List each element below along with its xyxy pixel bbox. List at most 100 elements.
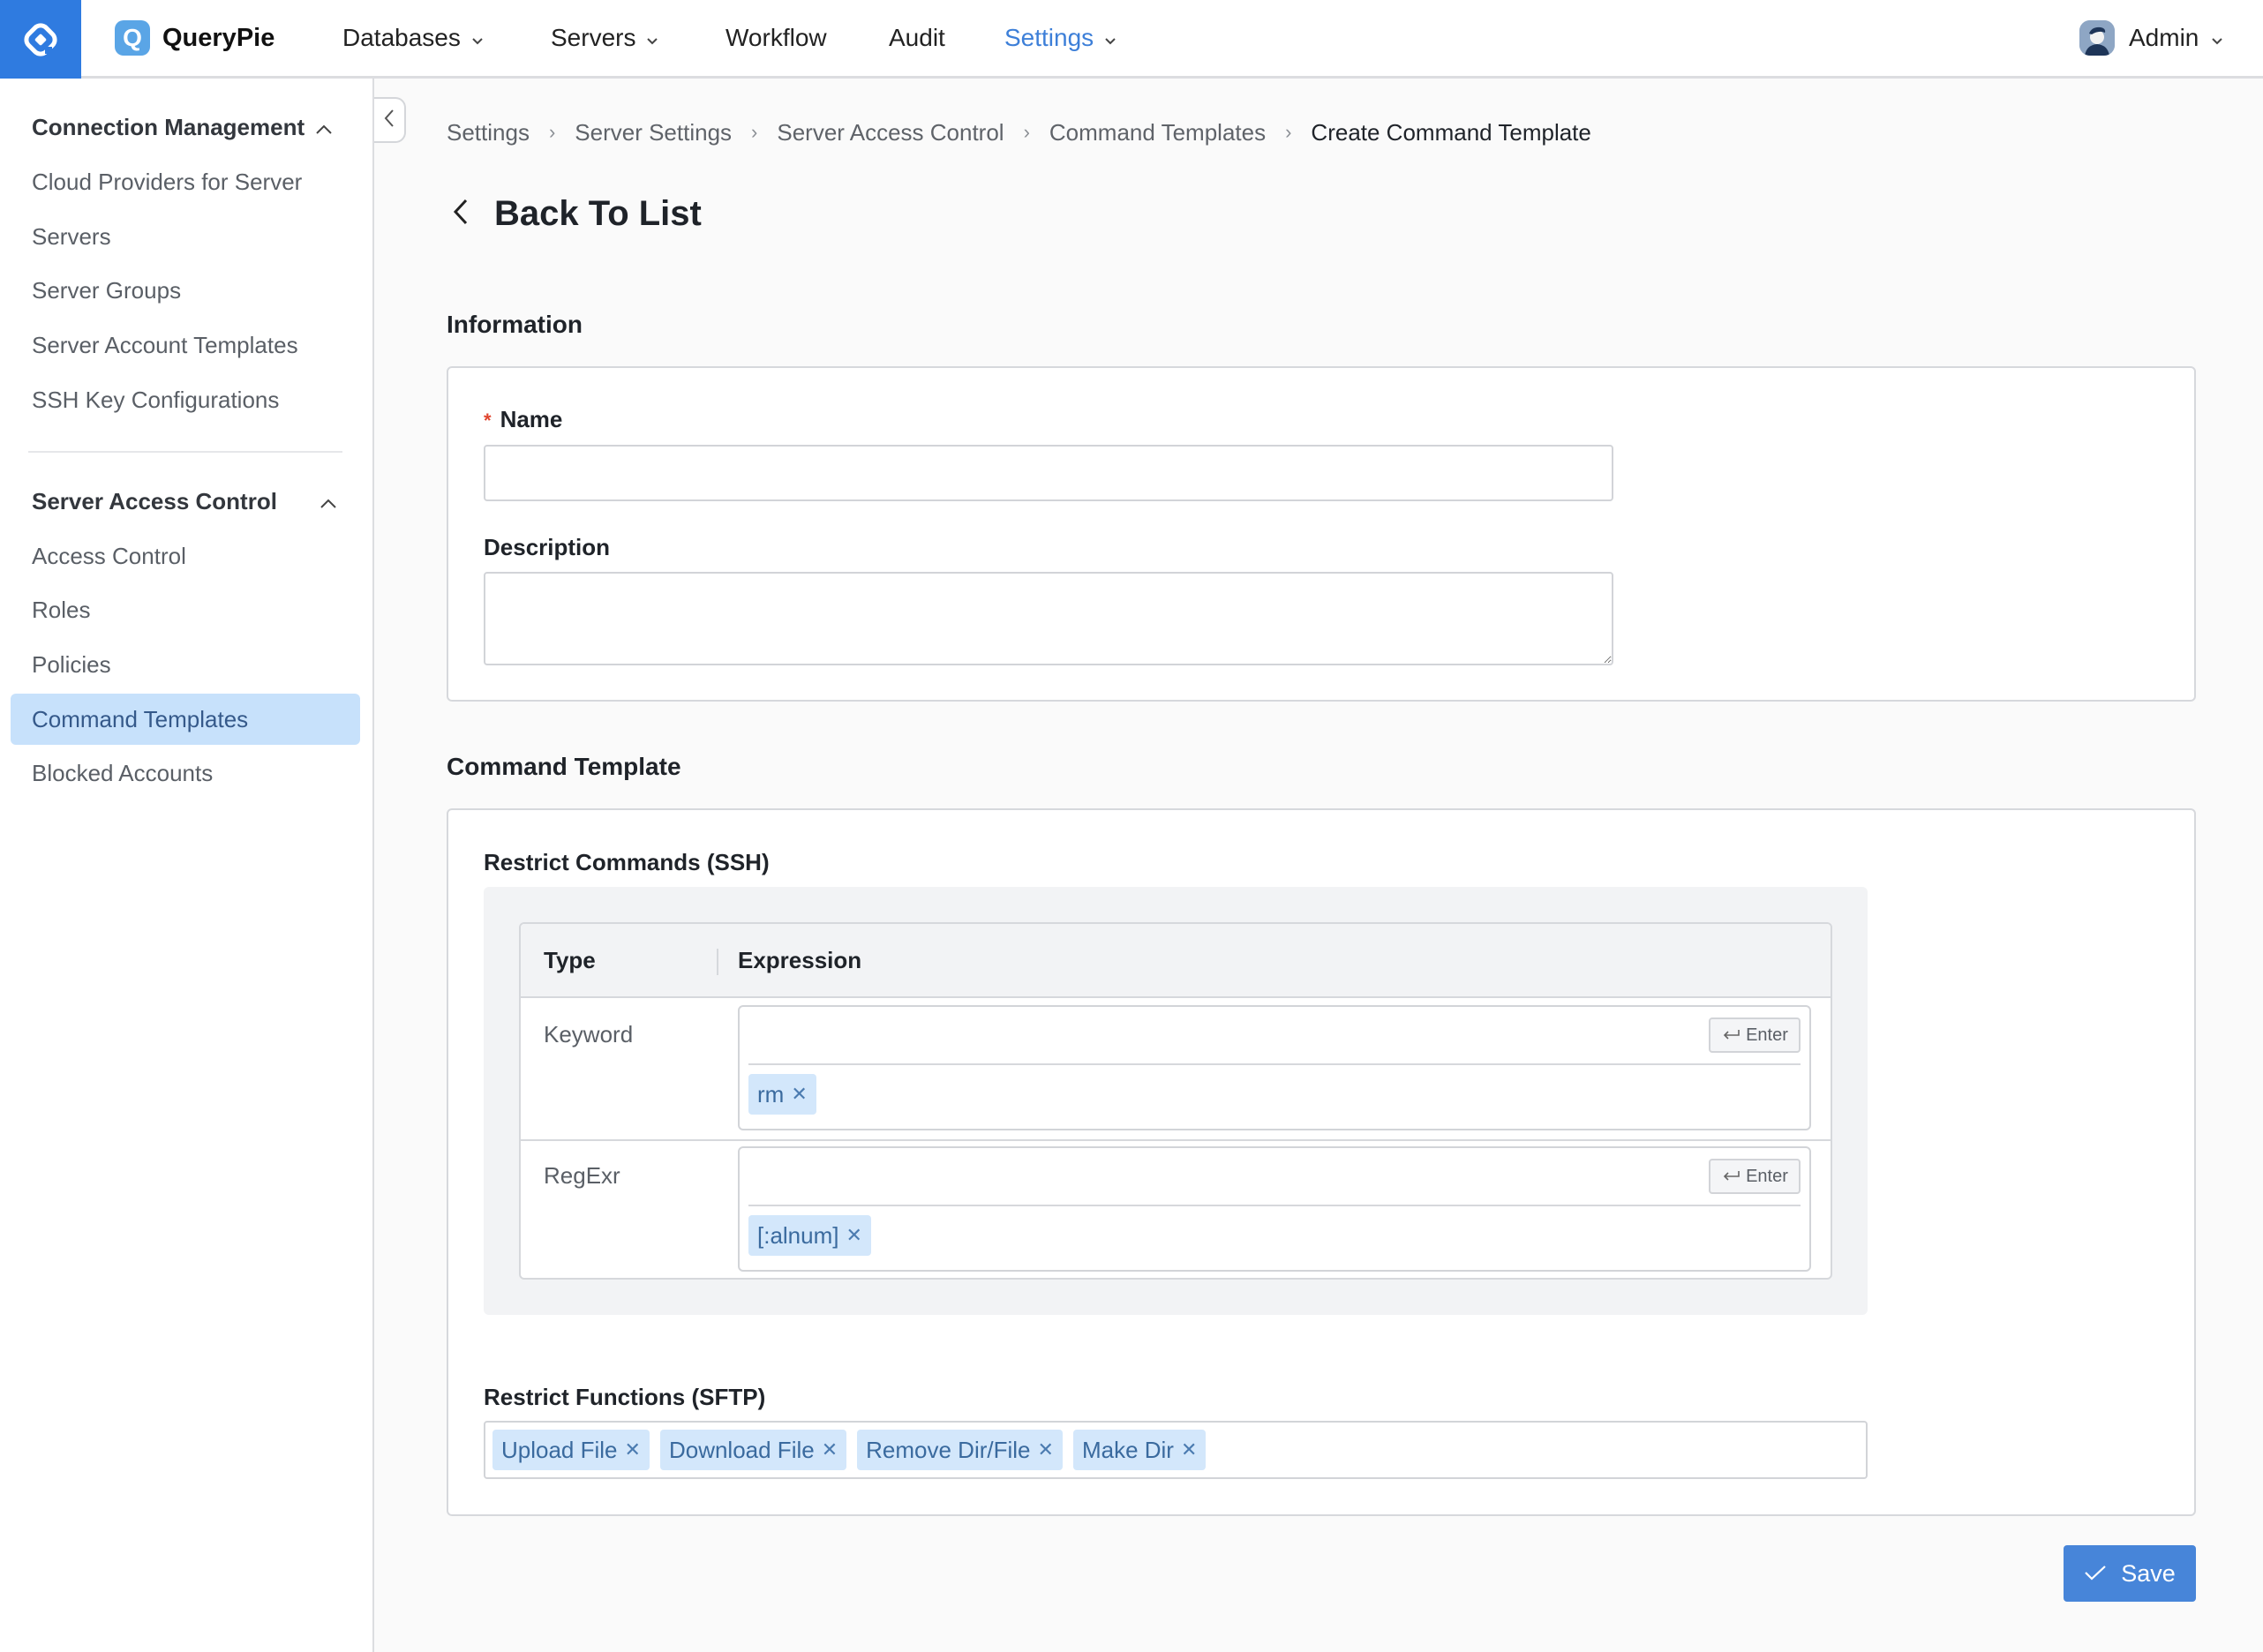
close-icon[interactable]: ✕ — [625, 1438, 641, 1461]
close-icon[interactable]: ✕ — [791, 1083, 807, 1106]
command-template-section-title: Command Template — [447, 753, 681, 780]
sidebar-item-server-account-templates[interactable]: Server Account Templates — [11, 319, 360, 371]
sidebar-item-cloud-providers[interactable]: Cloud Providers for Server — [11, 156, 360, 207]
enter-key-icon — [1721, 1167, 1740, 1187]
user-name: Admin — [2129, 24, 2199, 51]
sidebar-item-label: SSH Key Configurations — [32, 386, 280, 413]
tag-chip: Upload File ✕ — [492, 1430, 650, 1470]
sidebar-item-label: Policies — [32, 650, 111, 678]
nav-servers-label: Servers — [551, 24, 636, 51]
sidebar-collapse-button[interactable] — [374, 97, 406, 143]
close-icon[interactable]: ✕ — [846, 1224, 862, 1247]
description-textarea[interactable] — [484, 572, 1613, 665]
row-type: RegExr — [544, 1162, 620, 1189]
chevron-down-icon — [471, 24, 484, 52]
information-section-title: Information — [447, 311, 583, 338]
table-row: RegExr Enter [:alnum] ✕ — [521, 1139, 1831, 1278]
description-label: Description — [484, 534, 611, 560]
nav-audit-label: Audit — [889, 24, 945, 51]
chevron-left-icon — [383, 109, 395, 132]
sidebar-item-roles[interactable]: Roles — [11, 584, 360, 635]
breadcrumb-command-templates[interactable]: Command Templates — [1049, 119, 1266, 146]
sidebar-group-connection-management[interactable]: Connection Management — [32, 114, 346, 141]
chevron-down-icon — [1104, 24, 1116, 52]
tag-chip: Remove Dir/File ✕ — [857, 1430, 1063, 1470]
nav-workflow[interactable]: Workflow — [726, 0, 827, 76]
sidebar-item-label: Server Account Templates — [32, 331, 298, 358]
name-label: * Name — [484, 406, 562, 433]
keyword-expression-field: Enter rm ✕ — [738, 1005, 1811, 1130]
sidebar-item-access-control[interactable]: Access Control — [11, 530, 360, 582]
regexr-enter-button[interactable]: Enter — [1709, 1159, 1801, 1194]
app-logo[interactable] — [0, 0, 81, 79]
breadcrumb-server-access-control[interactable]: Server Access Control — [777, 119, 1004, 146]
tag-chip: Download File ✕ — [659, 1430, 847, 1470]
sidebar-item-blocked-accounts[interactable]: Blocked Accounts — [11, 747, 360, 799]
breadcrumb: Settings › Server Settings › Server Acce… — [447, 115, 1591, 150]
chevron-right-icon: › — [1285, 121, 1292, 143]
table-header: Type Expression — [521, 924, 1831, 998]
sidebar-item-command-templates[interactable]: Command Templates — [11, 694, 360, 745]
brand-badge-icon: Q — [115, 20, 150, 56]
tag-label: [:alnum] — [757, 1221, 839, 1249]
brand[interactable]: Q QueryPie — [115, 0, 274, 76]
name-input[interactable] — [484, 445, 1613, 501]
sidebar-item-label: Command Templates — [32, 705, 249, 732]
sftp-functions-select[interactable]: Upload File ✕ Download File ✕ Remove Dir/F… — [484, 1421, 1868, 1479]
top-navigation-bar: Q QueryPie Databases Servers Workflow Au… — [0, 0, 2263, 79]
sidebar: Connection Management Cloud Providers fo… — [0, 79, 374, 1652]
chevron-right-icon: › — [751, 121, 758, 143]
ssh-rules-table: Type Expression Keyword Enter rm ✕ RegEx… — [519, 922, 1832, 1280]
name-label-text: Name — [500, 406, 563, 432]
enter-label: Enter — [1746, 1025, 1788, 1045]
save-label: Save — [2121, 1559, 2176, 1587]
close-icon[interactable]: ✕ — [1038, 1438, 1054, 1461]
tag-chip: rm ✕ — [748, 1074, 816, 1115]
sidebar-item-label: Servers — [32, 222, 111, 250]
sidebar-item-label: Cloud Providers for Server — [32, 168, 303, 195]
sidebar-group-label: Connection Management — [32, 114, 305, 140]
breadcrumb-current: Create Command Template — [1311, 118, 1591, 146]
nav-settings-label: Settings — [1004, 24, 1094, 51]
row-type: Keyword — [544, 1021, 634, 1048]
close-icon[interactable]: ✕ — [822, 1438, 838, 1461]
keyword-tags: rm ✕ — [748, 1074, 816, 1115]
nav-databases[interactable]: Databases — [342, 0, 484, 76]
sidebar-item-servers[interactable]: Servers — [11, 211, 360, 262]
enter-key-icon — [1721, 1025, 1740, 1046]
user-menu[interactable]: Admin — [2079, 0, 2223, 76]
page-title: Back To List — [494, 193, 702, 233]
sidebar-item-ssh-key-configurations[interactable]: SSH Key Configurations — [11, 374, 360, 425]
close-icon[interactable]: ✕ — [1181, 1438, 1197, 1461]
back-to-list-button[interactable]: Back To List — [452, 187, 702, 240]
column-header-type: Type — [544, 946, 596, 973]
tag-label: Download File — [668, 1436, 815, 1463]
save-button[interactable]: Save — [2064, 1545, 2196, 1602]
regexr-expression-input[interactable] — [741, 1150, 1668, 1201]
column-header-expression: Expression — [738, 946, 862, 973]
breadcrumb-server-settings[interactable]: Server Settings — [575, 119, 732, 146]
brand-name: QueryPie — [162, 23, 275, 52]
chevron-up-icon — [320, 488, 337, 515]
breadcrumb-settings[interactable]: Settings — [447, 119, 530, 146]
avatar — [2079, 20, 2115, 56]
nav-audit[interactable]: Audit — [889, 0, 945, 76]
tag-chip: Make Dir ✕ — [1072, 1430, 1207, 1470]
restrict-functions-sftp-label: Restrict Functions (SFTP) — [484, 1384, 766, 1410]
keyword-enter-button[interactable]: Enter — [1709, 1017, 1801, 1053]
sidebar-group-server-access-control[interactable]: Server Access Control — [32, 488, 337, 515]
tag-label: rm — [757, 1080, 785, 1108]
keyword-expression-input[interactable] — [741, 1009, 1668, 1060]
sidebar-item-label: Blocked Accounts — [32, 759, 214, 786]
restrict-commands-ssh-label: Restrict Commands (SSH) — [484, 849, 770, 875]
tag-label: Remove Dir/File — [866, 1436, 1031, 1463]
chevron-down-icon — [646, 24, 658, 52]
regexr-tags: [:alnum] ✕ — [748, 1215, 871, 1256]
sidebar-item-server-groups[interactable]: Server Groups — [11, 265, 360, 316]
nav-servers[interactable]: Servers — [551, 0, 658, 76]
enter-label: Enter — [1746, 1166, 1788, 1186]
sidebar-divider — [28, 451, 342, 453]
sidebar-group-label: Server Access Control — [32, 488, 277, 514]
nav-settings[interactable]: Settings — [1004, 0, 1116, 76]
sidebar-item-policies[interactable]: Policies — [11, 639, 360, 690]
